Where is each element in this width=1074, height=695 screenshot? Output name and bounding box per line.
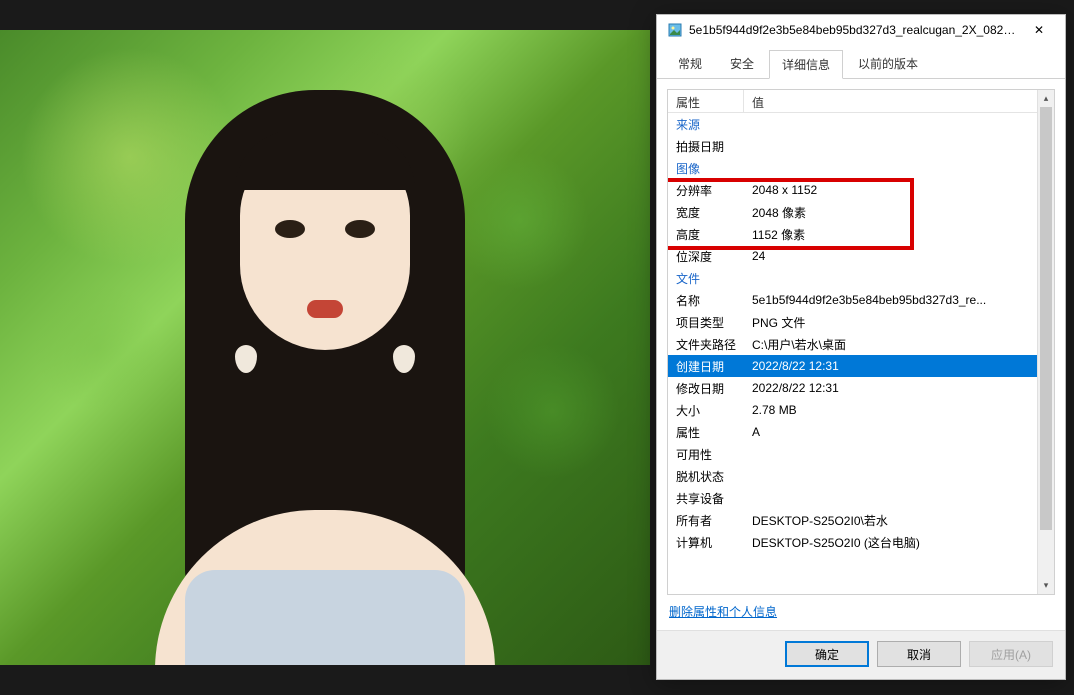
apply-button[interactable]: 应用(A)	[969, 641, 1053, 667]
viewer-photo	[0, 30, 650, 665]
tab-row: 常规 安全 详细信息 以前的版本	[657, 45, 1065, 79]
row-computer[interactable]: 计算机DESKTOP-S25O2I0 (这台电脑)	[668, 531, 1037, 553]
row-height[interactable]: 高度1152 像素	[668, 223, 1037, 245]
properties-dialog: 5e1b5f944d9f2e3b5e84beb95bd327d3_realcug…	[656, 14, 1066, 680]
column-value[interactable]: 值	[744, 90, 1037, 112]
row-shared-device[interactable]: 共享设备	[668, 487, 1037, 509]
tab-general[interactable]: 常规	[665, 49, 715, 78]
ok-button[interactable]: 确定	[785, 641, 869, 667]
scroll-thumb[interactable]	[1040, 107, 1052, 530]
row-item-type[interactable]: 项目类型PNG 文件	[668, 311, 1037, 333]
tab-security[interactable]: 安全	[717, 49, 767, 78]
section-source: 来源	[668, 113, 1037, 135]
row-modified[interactable]: 修改日期2022/8/22 12:31	[668, 377, 1037, 399]
titlebar[interactable]: 5e1b5f944d9f2e3b5e84beb95bd327d3_realcug…	[657, 15, 1065, 45]
row-shot-date[interactable]: 拍摄日期	[668, 135, 1037, 157]
row-name[interactable]: 名称5e1b5f944d9f2e3b5e84beb95bd327d3_re...	[668, 289, 1037, 311]
row-owner[interactable]: 所有者DESKTOP-S25O2I0\若水	[668, 509, 1037, 531]
section-file: 文件	[668, 267, 1037, 289]
close-icon: ✕	[1034, 23, 1044, 37]
tab-details[interactable]: 详细信息	[769, 50, 843, 79]
image-file-icon	[667, 22, 683, 38]
row-folder-path[interactable]: 文件夹路径C:\用户\若水\桌面	[668, 333, 1037, 355]
dialog-button-row: 确定 取消 应用(A)	[657, 630, 1065, 679]
scroll-track[interactable]	[1038, 107, 1054, 577]
close-button[interactable]: ✕	[1017, 15, 1061, 45]
scroll-up-icon[interactable]: ▴	[1038, 90, 1055, 107]
row-width[interactable]: 宽度2048 像素	[668, 201, 1037, 223]
vertical-scrollbar[interactable]: ▴ ▾	[1037, 90, 1054, 594]
tab-previous-versions[interactable]: 以前的版本	[845, 49, 931, 78]
row-attributes[interactable]: 属性A	[668, 421, 1037, 443]
row-resolution[interactable]: 分辨率2048 x 1152	[668, 179, 1037, 201]
details-list: 属性 值 来源 拍摄日期 图像 分辨率2048 x 1152 宽度2048 像素	[667, 89, 1055, 595]
list-header: 属性 值	[668, 90, 1037, 113]
column-property[interactable]: 属性	[668, 90, 744, 112]
row-bitdepth[interactable]: 位深度24	[668, 245, 1037, 267]
row-offline-status[interactable]: 脱机状态	[668, 465, 1037, 487]
scroll-down-icon[interactable]: ▾	[1038, 577, 1055, 594]
section-image: 图像	[668, 157, 1037, 179]
portrait-figure	[185, 90, 465, 665]
row-size[interactable]: 大小2.78 MB	[668, 399, 1037, 421]
cancel-button[interactable]: 取消	[877, 641, 961, 667]
row-created[interactable]: 创建日期2022/8/22 12:31	[668, 355, 1037, 377]
window-title: 5e1b5f944d9f2e3b5e84beb95bd327d3_realcug…	[689, 23, 1017, 37]
remove-properties-link[interactable]: 删除属性和个人信息	[669, 605, 777, 619]
row-availability[interactable]: 可用性	[668, 443, 1037, 465]
